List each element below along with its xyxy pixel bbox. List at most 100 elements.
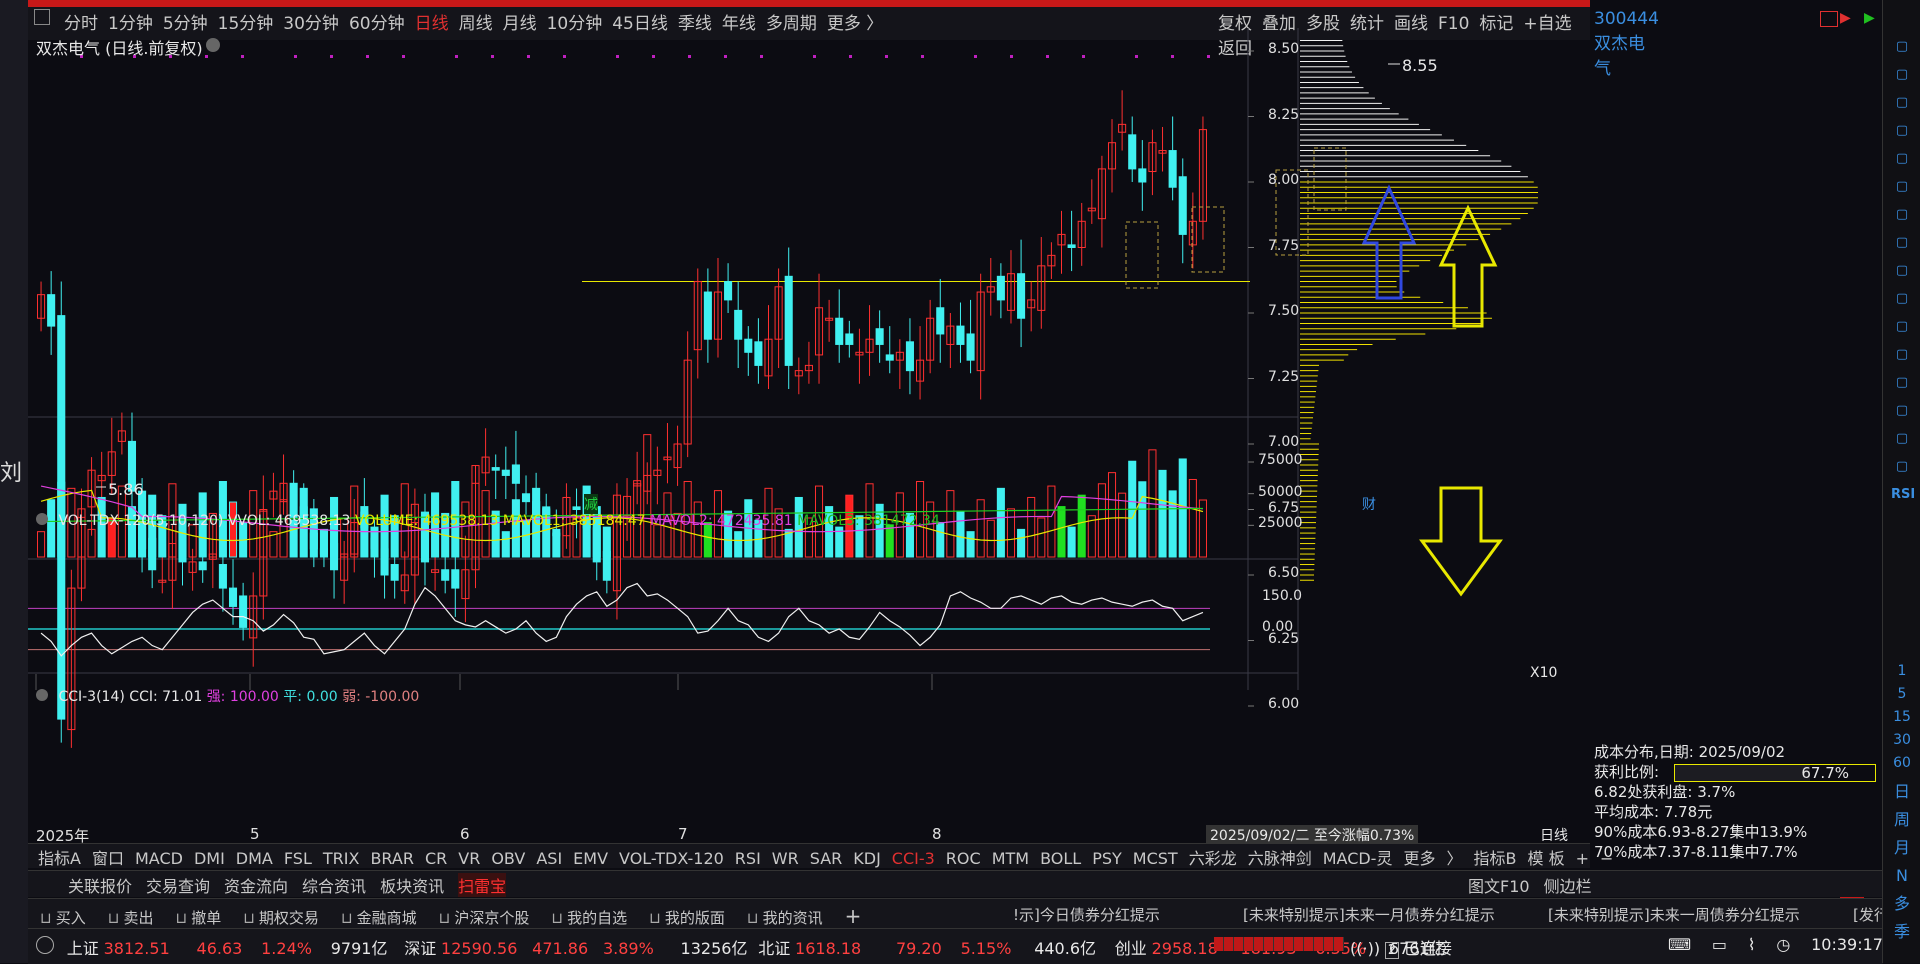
candle-body[interactable]: [966, 333, 975, 361]
period-button-3[interactable]: N: [1883, 862, 1920, 890]
period-button-5[interactable]: 季: [1883, 918, 1920, 946]
event-earnings-label[interactable]: 财: [1362, 494, 1376, 514]
candle-body[interactable]: [1178, 176, 1187, 235]
volume-bar[interactable]: [228, 501, 238, 558]
volume-bar[interactable]: [976, 499, 985, 558]
candle-body[interactable]: [1017, 273, 1026, 319]
candle-body[interactable]: [956, 325, 965, 345]
candle-body[interactable]: [905, 341, 914, 372]
volume-bar[interactable]: [1037, 517, 1046, 558]
minute-button-4[interactable]: 60: [1883, 752, 1920, 775]
monitor-icon[interactable]: ▭: [1712, 935, 1727, 954]
f10b-icon[interactable]: ▢: [1891, 400, 1913, 422]
indicator-tab-10[interactable]: OBV: [491, 849, 525, 868]
volume-bar[interactable]: [602, 526, 611, 558]
search-icon[interactable]: ▢: [1891, 428, 1913, 450]
annotation-box[interactable]: [1313, 147, 1347, 211]
menu-item-3[interactable]: 综合资讯: [302, 873, 366, 897]
period-button-2[interactable]: 月: [1883, 834, 1920, 862]
grid-icon[interactable]: ▢: [1891, 176, 1913, 198]
period-button-0[interactable]: 日: [1883, 778, 1920, 806]
indicator-tab-4[interactable]: DMA: [236, 849, 273, 868]
volume-bar[interactable]: [1067, 526, 1076, 558]
indicator-tab-18[interactable]: CCI-3: [892, 849, 935, 868]
menu-right-0[interactable]: 图文F10: [1468, 873, 1530, 897]
indicator-tab-12[interactable]: EMV: [573, 849, 608, 868]
volume-bar[interactable]: [1118, 492, 1127, 558]
candle-body[interactable]: [1067, 244, 1076, 249]
f10-icon[interactable]: ▢: [1891, 288, 1913, 310]
candle-body[interactable]: [1128, 134, 1137, 170]
indicator-tab-8[interactable]: CR: [425, 849, 447, 868]
indicator-tab-30[interactable]: 模 板: [1527, 845, 1564, 869]
period-button-1[interactable]: 周: [1883, 806, 1920, 834]
event-reduce-label[interactable]: 减: [584, 494, 598, 514]
minute-button-1[interactable]: 5: [1883, 683, 1920, 706]
candle-body[interactable]: [703, 291, 712, 340]
indicator-tab-31[interactable]: +: [1576, 849, 1589, 868]
volume-bar[interactable]: [986, 519, 995, 558]
line-chart-icon[interactable]: ▢: [1891, 204, 1913, 226]
indicator-tab-6[interactable]: TRIX: [323, 849, 360, 868]
indicator-tab-28[interactable]: 〉: [1446, 845, 1462, 869]
trade-button-4[interactable]: 金融商城: [357, 907, 417, 928]
candle-body[interactable]: [744, 338, 753, 353]
volume-bar[interactable]: [319, 528, 328, 558]
indicator-tab-9[interactable]: VR: [458, 849, 480, 868]
add-icon[interactable]: +: [845, 904, 862, 928]
candle-body[interactable]: [501, 469, 510, 476]
volume-bar[interactable]: [37, 531, 46, 558]
candle-body[interactable]: [47, 294, 56, 327]
volume-bar[interactable]: [1017, 528, 1026, 558]
candle-body[interactable]: [835, 317, 844, 345]
volume-bar[interactable]: [1107, 472, 1117, 558]
volume-bar[interactable]: [1027, 496, 1036, 558]
volume-bar[interactable]: [501, 531, 510, 558]
stack-icon[interactable]: ▢: [1891, 260, 1913, 282]
volume-bar[interactable]: [653, 524, 662, 558]
minute-button-2[interactable]: 15: [1883, 706, 1920, 729]
indicator-tab-16[interactable]: SAR: [810, 849, 843, 868]
volume-bar[interactable]: [966, 531, 975, 558]
volume-bar[interactable]: [1057, 506, 1066, 558]
indicator-tab-26[interactable]: MACD-灵: [1323, 845, 1393, 869]
wifi-icon[interactable]: ⌇: [1748, 935, 1756, 954]
candle-body[interactable]: [511, 464, 520, 484]
circle-up-icon[interactable]: ▢: [1891, 64, 1913, 86]
ticker-item-2[interactable]: [未来特别提示]未来一周债券分红提示: [1548, 904, 1800, 925]
candle-body[interactable]: [521, 493, 531, 503]
volume-bar[interactable]: [693, 501, 702, 558]
menu-item-5[interactable]: 扫雷宝: [458, 873, 507, 897]
volume-bar[interactable]: [138, 526, 147, 558]
indicator-tab-29[interactable]: 指标B: [1474, 845, 1517, 869]
trade-button-0[interactable]: 买入: [56, 907, 86, 928]
up-arrow-icon[interactable]: ▢: [1891, 36, 1913, 58]
candle-body[interactable]: [724, 281, 733, 301]
volume-bar[interactable]: [1077, 494, 1086, 558]
volume-bar[interactable]: [1158, 469, 1167, 558]
candle-body[interactable]: [996, 275, 1005, 301]
indicator-tab-14[interactable]: RSI: [735, 849, 761, 868]
trade-button-1[interactable]: 卖出: [123, 907, 153, 928]
trade-button-6[interactable]: 我的自选: [567, 907, 627, 928]
candle-body[interactable]: [1138, 168, 1147, 183]
candle-body[interactable]: [572, 506, 581, 511]
down-arrow-icon[interactable]: ▢: [1891, 92, 1913, 114]
volume-bar[interactable]: [946, 490, 955, 558]
indicator-tab-23[interactable]: MCST: [1133, 849, 1178, 868]
candle-body[interactable]: [754, 341, 763, 366]
yellow-up-arrow-annotation[interactable]: [1438, 204, 1498, 328]
indicator-tab-17[interactable]: KDJ: [853, 849, 881, 868]
menu-item-2[interactable]: 资金流向: [224, 873, 288, 897]
menu-item-4[interactable]: 板块资讯: [380, 873, 444, 897]
ticker-item-0[interactable]: !示]今日债券分红提示: [1013, 904, 1160, 925]
indicator-tab-27[interactable]: 更多: [1403, 845, 1435, 869]
volume-bar[interactable]: [1168, 490, 1177, 558]
indicator-tab-3[interactable]: DMI: [194, 849, 225, 868]
keyboard-icon[interactable]: ⌨: [1668, 935, 1691, 954]
candle-body[interactable]: [784, 275, 793, 366]
candle-body[interactable]: [491, 467, 500, 471]
indicator-tab-25[interactable]: 六脉神剑: [1248, 845, 1312, 869]
trade-button-3[interactable]: 期权交易: [259, 907, 319, 928]
minute-button-0[interactable]: 1: [1883, 660, 1920, 683]
